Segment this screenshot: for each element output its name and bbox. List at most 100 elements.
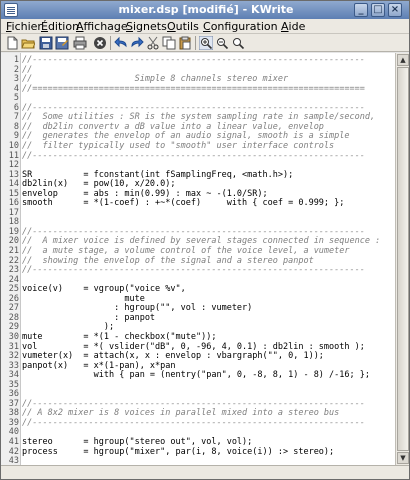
menu-edition[interactable]: Édition xyxy=(41,20,79,33)
code-line: //--------------------------------------… xyxy=(22,102,365,113)
menu-configuration[interactable]: Configuration xyxy=(203,20,278,33)
code-line: voice(v) = vgroup("voice %v", xyxy=(22,284,186,295)
code-line: envelop = abs : min(0.99) : max ~ -(1.0/… xyxy=(22,188,268,199)
vertical-scrollbar[interactable]: ▲ ▼ xyxy=(395,53,409,465)
code-line: // A mixer voice is defined by several s… xyxy=(22,236,381,247)
menu-signets[interactable]: Signets xyxy=(126,20,167,33)
code-line: mute = *(1 - checkbox("mute")); xyxy=(22,331,217,342)
line-number: 17 xyxy=(8,207,19,218)
line-number: 29 xyxy=(8,322,19,333)
line-number: 39 xyxy=(8,417,19,428)
line-number: 14 xyxy=(8,179,19,190)
menu-bar: Fichier Édition Affichage Signets Outils… xyxy=(1,19,409,34)
code-line: stereo = hgroup("stereo out", vol, vol); xyxy=(22,437,253,447)
code-line: //======================================… xyxy=(22,83,365,94)
scroll-up-icon[interactable]: ▲ xyxy=(397,54,409,66)
code-line: : hgroup("", vol : vumeter) xyxy=(22,303,253,314)
code-line: // xyxy=(22,64,33,75)
line-number: 37 xyxy=(8,398,19,409)
main-toolbar xyxy=(1,34,409,52)
code-line: with { pan = (nentry("pan", 0, -8, 8, 1)… xyxy=(22,370,370,381)
line-number: 18 xyxy=(8,217,19,228)
code-line: process = hgroup("mixer", par(i, 8, voic… xyxy=(22,446,335,457)
kwrite-app-icon[interactable] xyxy=(4,3,18,17)
text-editor[interactable]: 1 2 3 4 5 6 7 8 9 10 11 12 13 14 15 16 17 18 19 20 21 22 23 24 2… xyxy=(1,53,409,465)
line-number: 9 xyxy=(13,131,19,142)
code-line: // filter typically used to "smooth" use… xyxy=(22,140,335,151)
code-line: //--------------------------------------… xyxy=(22,55,365,65)
kwrite-window: mixer.dsp [modifié] - KWrite _ □ × Fichi… xyxy=(0,0,410,480)
code-line: mute xyxy=(22,293,145,304)
redo-icon[interactable] xyxy=(130,36,144,50)
line-number: 11 xyxy=(8,150,19,161)
line-number: 41 xyxy=(8,437,19,447)
menu-aide[interactable]: Aide xyxy=(281,20,305,33)
line-number: 5 xyxy=(13,93,19,104)
line-number: 24 xyxy=(8,274,19,285)
code-line: ); xyxy=(22,322,115,333)
line-number: 2 xyxy=(13,64,19,75)
title-bar[interactable]: mixer.dsp [modifié] - KWrite _ □ × xyxy=(1,1,409,19)
line-number: 31 xyxy=(8,341,19,352)
line-number: 13 xyxy=(8,169,19,180)
line-number: 34 xyxy=(8,370,19,381)
line-number: 26 xyxy=(8,293,19,304)
close-window-button[interactable]: × xyxy=(388,3,402,17)
line-number: 16 xyxy=(8,198,19,209)
scroll-thumb[interactable] xyxy=(397,67,409,451)
line-number: 38 xyxy=(8,408,19,419)
line-number: 7 xyxy=(13,112,19,123)
code-line: SR = fconstant(int fSamplingFreq, <math.… xyxy=(22,169,294,180)
line-number-gutter: 1 2 3 4 5 6 7 8 9 10 11 12 13 14 15 16 17 18 19 20 21 22 23 24 2… xyxy=(1,53,21,465)
undo-icon[interactable] xyxy=(114,36,128,50)
code-line: //--------------------------------------… xyxy=(22,417,365,428)
line-number: 25 xyxy=(8,284,19,295)
paste-icon[interactable] xyxy=(178,36,192,50)
code-line: // Simple 8 channels stereo mixer xyxy=(22,74,289,85)
menu-fichier[interactable]: Fichier xyxy=(6,20,42,33)
code-line: db2lin(x) = pow(10, x/20.0); xyxy=(22,179,176,190)
line-number: 23 xyxy=(8,265,19,276)
line-number: 27 xyxy=(8,303,19,314)
line-number: 12 xyxy=(8,160,19,171)
cut-icon[interactable] xyxy=(146,36,160,50)
line-number: 32 xyxy=(8,351,19,362)
line-number: 40 xyxy=(8,427,19,438)
line-number: 20 xyxy=(8,236,19,247)
code-area[interactable]: //--------------------------------------… xyxy=(22,53,394,465)
new-document-icon[interactable] xyxy=(5,36,19,50)
code-line: //--------------------------------------… xyxy=(22,265,365,276)
copy-icon[interactable] xyxy=(162,36,176,50)
line-number: 22 xyxy=(8,255,19,266)
line-number: 15 xyxy=(8,188,19,199)
line-number: 30 xyxy=(8,331,19,342)
line-number: 10 xyxy=(8,140,19,151)
status-bar xyxy=(1,465,409,479)
scroll-down-icon[interactable]: ▼ xyxy=(397,452,409,464)
line-number: 1 xyxy=(13,55,19,65)
zoom-in-icon[interactable] xyxy=(199,36,213,50)
code-line: panpot(x) = x*(1-pan), x*pan xyxy=(22,360,176,371)
code-line: // generates the envelop of an audio sig… xyxy=(22,131,350,142)
close-icon[interactable] xyxy=(93,36,107,50)
line-number: 36 xyxy=(8,389,19,400)
code-line: smooth = *(1-coef) : +~*(coef) with { co… xyxy=(22,198,345,209)
window-title: mixer.dsp [modifié] - KWrite xyxy=(118,3,294,16)
zoom-fit-icon[interactable] xyxy=(231,36,245,50)
maximize-button[interactable]: □ xyxy=(371,3,385,17)
code-line: //--------------------------------------… xyxy=(22,150,365,161)
menu-outils[interactable]: Outils xyxy=(167,20,199,33)
code-line: // showing the envelop of the signal and… xyxy=(22,255,314,266)
line-number: 42 xyxy=(8,446,19,457)
line-number: 3 xyxy=(13,74,19,85)
minimize-button[interactable]: _ xyxy=(354,3,368,17)
code-line: : panpot xyxy=(22,312,156,323)
zoom-out-icon[interactable] xyxy=(215,36,229,50)
menu-affichage[interactable]: Affichage xyxy=(76,20,128,33)
print-icon[interactable] xyxy=(73,36,87,50)
code-line: //--------------------------------------… xyxy=(22,398,365,409)
save-icon[interactable] xyxy=(39,36,53,50)
save-as-icon[interactable] xyxy=(55,36,69,50)
line-number: 28 xyxy=(8,312,19,323)
open-folder-icon[interactable] xyxy=(21,36,35,50)
